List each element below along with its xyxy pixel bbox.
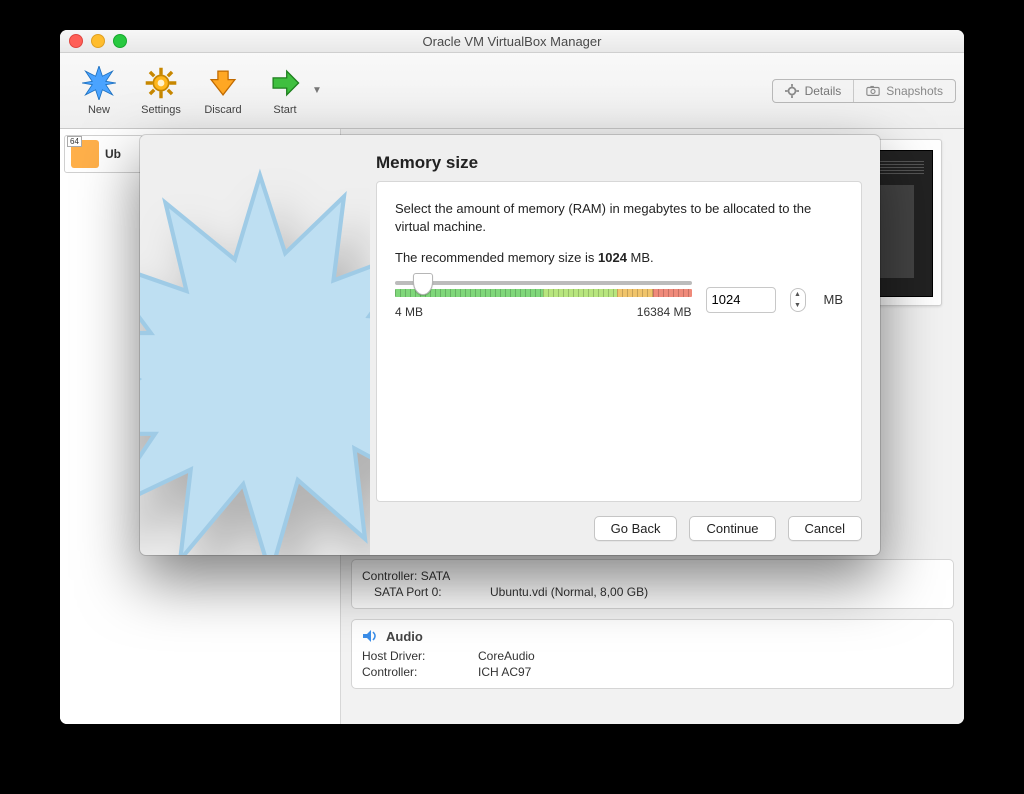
storage-panel: Controller: SATA SATA Port 0: Ubuntu.vdi… xyxy=(351,559,954,609)
start-dropdown-icon[interactable]: ▼ xyxy=(312,85,322,96)
discard-arrow-icon xyxy=(206,66,240,100)
titlebar: Oracle VM VirtualBox Manager xyxy=(60,30,964,53)
memory-size-dialog: Memory size Select the amount of memory … xyxy=(140,135,880,555)
starburst-icon xyxy=(82,66,116,100)
memory-slider[interactable]: 4 MB 16384 MB xyxy=(395,281,692,319)
dialog-text-2a: The recommended memory size is xyxy=(395,250,598,265)
new-button[interactable]: New xyxy=(68,66,130,116)
stepper-down-icon[interactable]: ▼ xyxy=(791,300,805,311)
slider-thumb-icon[interactable] xyxy=(413,273,433,295)
dialog-recommended-value: 1024 xyxy=(598,250,627,265)
snapshots-tab[interactable]: Snapshots xyxy=(853,80,955,102)
toolbar: New Settings Discard Start ▼ xyxy=(60,53,964,129)
slider-min-label: 4 MB xyxy=(395,305,423,319)
audio-header: Audio xyxy=(386,629,423,644)
settings-button[interactable]: Settings xyxy=(130,66,192,116)
audio-controller-label: Controller: xyxy=(362,665,470,679)
go-back-button[interactable]: Go Back xyxy=(594,516,678,541)
start-arrow-icon xyxy=(268,66,302,100)
cancel-button[interactable]: Cancel xyxy=(788,516,862,541)
window-title: Oracle VM VirtualBox Manager xyxy=(60,34,964,49)
details-tab[interactable]: Details xyxy=(773,80,854,102)
audio-panel: Audio Host Driver: CoreAudio Controller: I… xyxy=(351,619,954,689)
new-label: New xyxy=(88,104,110,116)
storage-controller-label: Controller: SATA xyxy=(362,569,470,583)
camera-icon xyxy=(866,84,880,98)
audio-host-label: Host Driver: xyxy=(362,649,470,663)
vm-name: Ub xyxy=(105,147,121,161)
dialog-body: Select the amount of memory (RAM) in meg… xyxy=(376,181,862,502)
start-button[interactable]: Start xyxy=(254,66,316,116)
view-segmented: Details Snapshots xyxy=(772,79,956,103)
dialog-text-1: Select the amount of memory (RAM) in meg… xyxy=(395,200,843,235)
settings-label: Settings xyxy=(141,104,181,116)
dialog-title: Memory size xyxy=(376,153,862,173)
discard-label: Discard xyxy=(204,104,241,116)
slider-max-label: 16384 MB xyxy=(637,305,692,319)
snapshots-tab-label: Snapshots xyxy=(886,84,943,98)
gear-small-icon xyxy=(785,84,799,98)
audio-host-value: CoreAudio xyxy=(478,649,535,663)
audio-controller-value: ICH AC97 xyxy=(478,665,531,679)
gear-icon xyxy=(144,66,178,100)
vm-list-item[interactable]: Ub xyxy=(64,135,143,173)
dialog-text-2c: MB. xyxy=(627,250,654,265)
continue-button[interactable]: Continue xyxy=(689,516,775,541)
dialog-text-2: The recommended memory size is 1024 MB. xyxy=(395,249,843,267)
memory-input[interactable] xyxy=(706,287,776,313)
start-label: Start xyxy=(273,104,296,116)
dialog-illustration xyxy=(140,135,370,555)
stepper-up-icon[interactable]: ▲ xyxy=(791,289,805,300)
storage-port-label: SATA Port 0: xyxy=(362,585,482,599)
memory-stepper[interactable]: ▲ ▼ xyxy=(790,288,806,312)
vm-os-icon xyxy=(71,140,99,168)
memory-unit: MB xyxy=(824,292,844,307)
discard-button[interactable]: Discard xyxy=(192,66,254,116)
storage-port-value: Ubuntu.vdi (Normal, 8,00 GB) xyxy=(490,585,648,599)
speaker-icon xyxy=(362,628,378,644)
details-tab-label: Details xyxy=(805,84,842,98)
